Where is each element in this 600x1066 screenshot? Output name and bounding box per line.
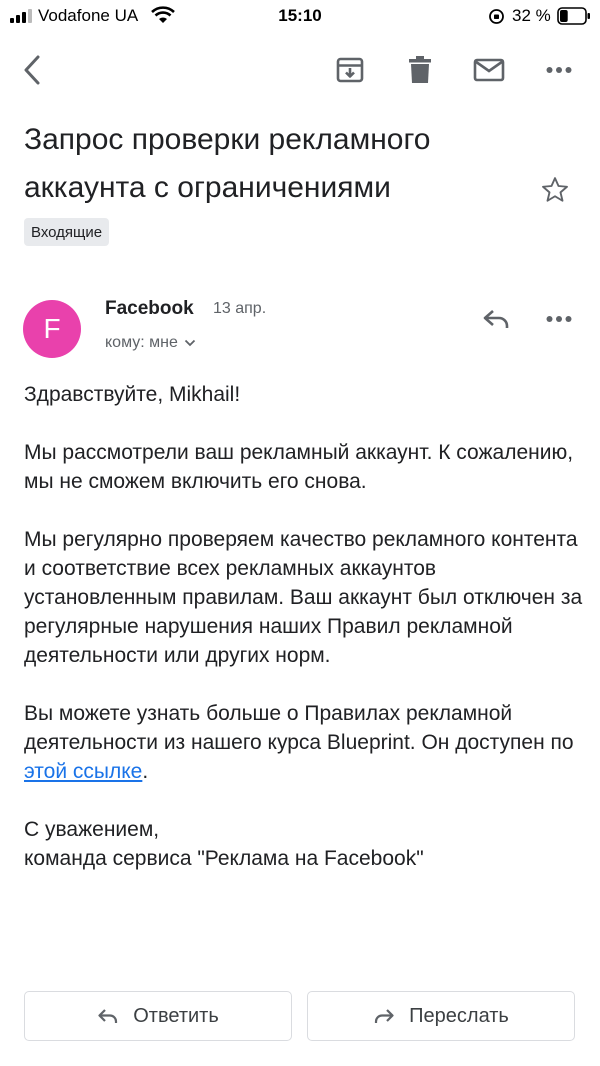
more-horizontal-icon xyxy=(546,316,572,322)
trash-icon xyxy=(409,56,431,83)
chevron-left-icon xyxy=(24,55,40,85)
reply-button[interactable]: Ответить xyxy=(24,991,292,1041)
mark-unread-button[interactable] xyxy=(467,48,511,92)
body-paragraph: Мы рассмотрели ваш рекламный аккаунт. К … xyxy=(24,441,574,493)
sender-name: Facebook xyxy=(105,298,194,319)
status-bar: Vodafone UA 15:10 32 % xyxy=(0,0,600,32)
archive-icon xyxy=(336,57,364,83)
more-horizontal-icon xyxy=(546,67,572,73)
reply-icon xyxy=(98,1009,118,1023)
forward-button[interactable]: Переслать xyxy=(307,991,575,1041)
body-paragraph: Мы регулярно проверяем качество рекламно… xyxy=(24,528,583,667)
battery-percentage: 32 % xyxy=(512,6,551,25)
more-options-button[interactable] xyxy=(537,48,581,92)
star-outline-icon xyxy=(542,177,568,202)
reply-label: Ответить xyxy=(133,1004,219,1027)
email-body: Здравствуйте, Mikhail! Мы рассмотрели ва… xyxy=(24,380,584,873)
forward-icon xyxy=(375,1009,394,1023)
reply-icon xyxy=(483,310,509,328)
battery-icon xyxy=(557,7,590,25)
delete-button[interactable] xyxy=(398,48,442,92)
chevron-down-icon xyxy=(184,339,196,347)
clock-time: 15:10 xyxy=(278,6,322,25)
signoff: С уважением, команда сервиса "Реклама на… xyxy=(24,818,424,870)
mail-icon xyxy=(473,58,505,82)
archive-button[interactable] xyxy=(328,48,372,92)
star-button[interactable] xyxy=(540,175,570,210)
message-more-button[interactable] xyxy=(537,297,581,341)
orientation-lock-icon xyxy=(489,9,504,24)
inbox-label-chip[interactable]: Входящие xyxy=(24,218,110,246)
back-button[interactable] xyxy=(10,48,54,92)
body-paragraph: Вы можете узнать больше о Правилах рекла… xyxy=(24,702,574,783)
sender-avatar[interactable]: F xyxy=(23,300,81,358)
blueprint-link[interactable]: этой ссылке xyxy=(24,760,142,783)
email-subject: Запрос проверки рекламного аккаунта с ог… xyxy=(24,123,431,204)
forward-label: Переслать xyxy=(409,1004,509,1027)
recipient-text: кому: мне xyxy=(105,334,178,351)
reply-icon-button[interactable] xyxy=(474,297,518,341)
greeting: Здравствуйте, Mikhail! xyxy=(24,383,241,406)
recipient-details-toggle[interactable]: кому: мне xyxy=(105,334,196,352)
email-date: 13 апр. xyxy=(213,300,267,317)
